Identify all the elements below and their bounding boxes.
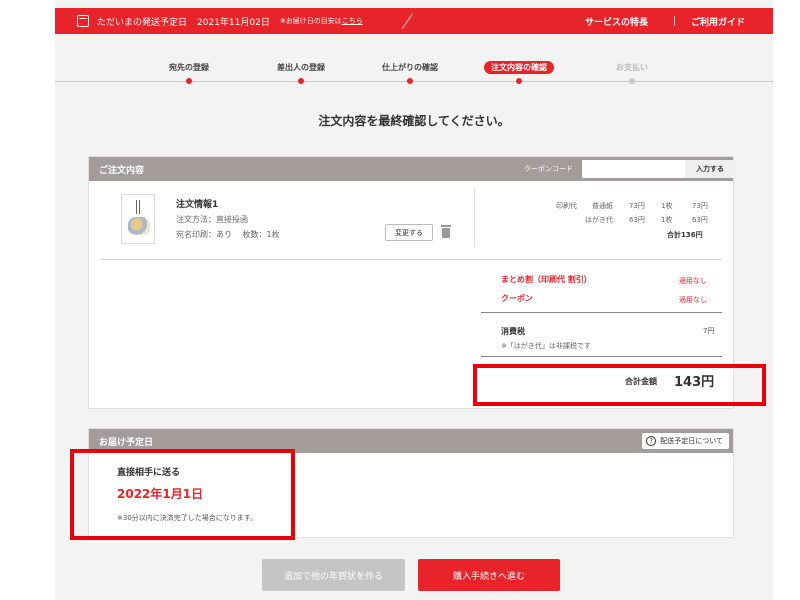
step-label: 差出人の登録	[277, 63, 325, 72]
price-postcard-unit: 63円	[629, 216, 645, 224]
price-print-qty: 1枚	[661, 202, 673, 210]
price-postcard-qty: 1枚	[661, 216, 673, 224]
delivery-highlight-box	[70, 449, 295, 540]
tax-value: 7円	[703, 327, 715, 335]
delivery-help-button[interactable]: ? 配送予定日について	[642, 433, 729, 449]
card-thumbnail[interactable]	[121, 194, 155, 244]
order-divider	[474, 187, 475, 247]
order-title: 注文情報1	[176, 200, 219, 210]
step-confirm: 注文内容の確認	[469, 61, 569, 84]
change-order-button[interactable]: 変更する	[385, 224, 433, 241]
progress-steps: 宛先の登録 差出人の登録 仕上がりの確認 注文内容の確認 お支払い	[55, 58, 773, 88]
bulk-discount-label: まとめ割（印刷代 割引）	[501, 275, 592, 284]
trash-icon[interactable]	[441, 225, 451, 238]
price-postcard-label: はがき代	[585, 216, 613, 224]
order-panel-title: ご注文内容	[99, 165, 145, 176]
step-recipient: 宛先の登録	[139, 62, 239, 84]
step-dot	[629, 78, 635, 84]
price-print-type: 普通紙	[592, 202, 613, 210]
coupon-label: クーポンコード	[524, 165, 573, 173]
nav-features-link[interactable]: サービスの特長	[585, 15, 648, 28]
coupon-discount-value: 適用なし	[679, 296, 707, 304]
price-print-amount: 73円	[692, 202, 708, 210]
step-dot	[407, 78, 413, 84]
tax-note: ※「はがき代」は非課税です	[501, 342, 591, 350]
step-dot	[516, 78, 522, 84]
top-bar: ただいまの発送予定日 2021年11月02日 ※お届け日の目安はこちら サービス…	[55, 8, 773, 34]
ship-date: 2021年11月02日	[197, 17, 270, 28]
thumbnail-text-mark	[134, 200, 142, 214]
step-sender: 差出人の登録	[251, 62, 351, 84]
coupon-submit-button[interactable]: 入力する	[685, 160, 735, 178]
subtotal: 合計136円	[667, 231, 703, 239]
step-label: お支払い	[616, 63, 648, 72]
discount-divider	[481, 312, 722, 313]
delivery-note: ※お届け日の目安はこちら	[280, 16, 363, 26]
ship-label: ただいまの発送予定日	[97, 17, 188, 28]
question-icon: ?	[646, 436, 657, 446]
proceed-purchase-button[interactable]: 購入手続きへ進む	[418, 559, 560, 591]
order-print-info: 宛名印刷：あり 枚数：1枚	[176, 230, 280, 239]
section-divider	[101, 259, 722, 260]
price-print-label: 印刷代	[556, 202, 577, 210]
thumbnail-illustration	[128, 217, 150, 235]
bulk-discount-value: 適用なし	[679, 277, 707, 285]
step-preview: 仕上がりの確認	[360, 62, 460, 84]
header-divider	[401, 13, 414, 29]
total-highlight-box	[473, 364, 766, 406]
calendar-icon	[77, 15, 89, 27]
add-more-button[interactable]: 追加で他の年賀状を作る	[262, 559, 405, 591]
tax-divider	[481, 356, 722, 357]
tax-label: 消費税	[501, 327, 525, 336]
step-label: 仕上がりの確認	[382, 63, 438, 72]
order-method: 注文方法：直接投函	[176, 215, 248, 224]
price-postcard-amount: 63円	[692, 216, 708, 224]
delivery-help-label: 配送予定日について	[660, 437, 723, 445]
delivery-panel-title: お届け予定日	[99, 437, 154, 448]
steps-line	[55, 81, 773, 82]
coupon-discount-label: クーポン	[501, 294, 533, 303]
page-title: 注文内容を最終確認してください。	[318, 114, 510, 128]
nav-guide-link[interactable]: ご利用ガイド	[691, 15, 745, 28]
order-panel-header: ご注文内容 クーポンコード 入力する	[89, 157, 735, 181]
step-label: 宛先の登録	[169, 63, 209, 72]
delivery-note-link[interactable]: こちら	[342, 17, 363, 25]
step-label: 注文内容の確認	[484, 61, 554, 74]
price-print-unit: 73円	[629, 202, 645, 210]
delivery-note-text: ※お届け日の目安は	[279, 17, 342, 25]
coupon-input[interactable]	[582, 160, 685, 178]
step-payment: お支払い	[582, 62, 682, 84]
nav-separator	[674, 16, 675, 26]
step-dot	[186, 78, 192, 84]
step-dot	[298, 78, 304, 84]
